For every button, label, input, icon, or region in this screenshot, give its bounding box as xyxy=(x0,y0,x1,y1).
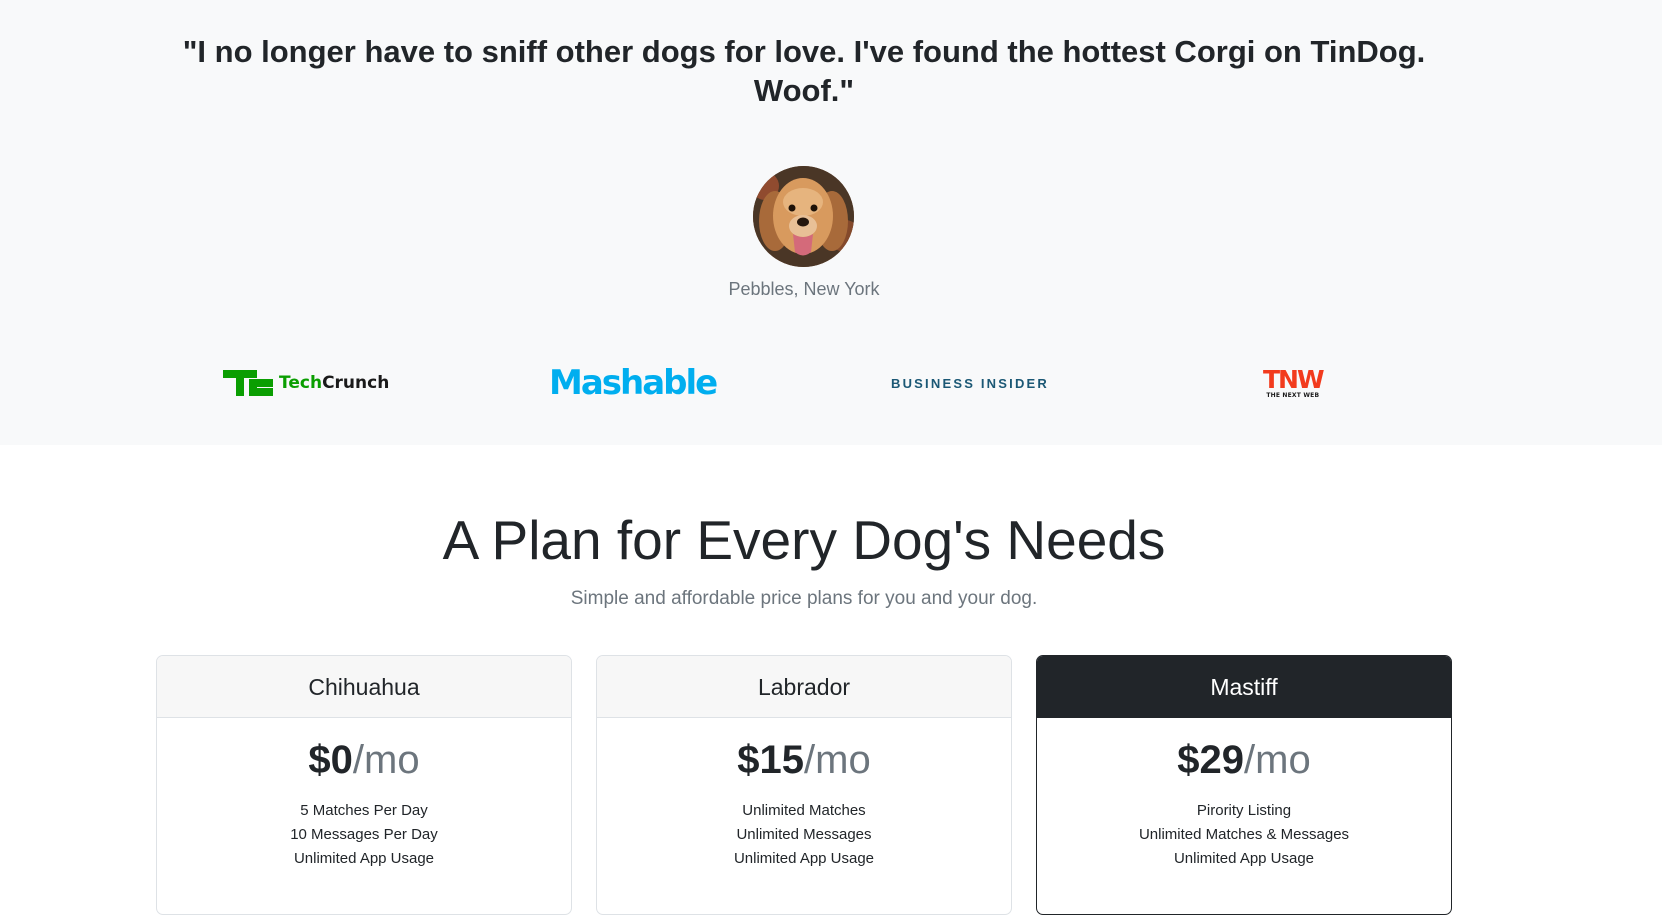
plan-feature: Unlimited Messages xyxy=(736,826,872,843)
techcrunch-tech-text: Tech xyxy=(279,373,323,393)
plan-card-chihuahua: Chihuahua $0/mo 5 Matches Per Day 10 Mes… xyxy=(156,655,572,915)
techcrunch-mark-icon xyxy=(223,370,273,396)
business-insider-logo: BUSINESS INSIDER xyxy=(891,375,1050,391)
plan-features: Unlimited Matches Unlimited Messages Unl… xyxy=(597,799,1011,871)
tnw-wordmark: TNW xyxy=(1263,364,1325,394)
tnw-logo: TNW THE NEXT WEB xyxy=(1263,364,1325,400)
plan-feature: Unlimited App Usage xyxy=(1173,850,1315,867)
plan-feature: Pirority Listing xyxy=(1196,802,1292,819)
plan-price: $15/mo xyxy=(597,738,1011,782)
plan-price: $0/mo xyxy=(157,738,571,782)
techcrunch-crunch-text: Crunch xyxy=(322,373,390,393)
dog-avatar-icon xyxy=(753,166,854,267)
techcrunch-logo: TechCrunch xyxy=(223,366,389,400)
plan-feature: 5 Matches Per Day xyxy=(300,802,428,819)
plan-price-unit: /mo xyxy=(804,738,871,782)
plan-name: Labrador xyxy=(597,656,1011,718)
plan-feature: Unlimited App Usage xyxy=(293,850,435,867)
pricing-subtitle: Simple and affordable price plans for yo… xyxy=(570,588,1038,609)
plan-feature: Unlimited Matches & Messages xyxy=(1138,826,1350,843)
plan-card-mastiff: Mastiff $29/mo Pirority Listing Unlimite… xyxy=(1036,655,1452,915)
plan-price-amount: $0 xyxy=(308,738,353,782)
mashable-logo: Mashable xyxy=(549,363,718,403)
plan-features: Pirority Listing Unlimited Matches & Mes… xyxy=(1037,799,1451,871)
plan-card-labrador: Labrador $15/mo Unlimited Matches Unlimi… xyxy=(596,655,1012,915)
plan-features: 5 Matches Per Day 10 Messages Per Day Un… xyxy=(157,799,571,871)
techcrunch-wordmark: TechCrunch xyxy=(279,373,389,393)
testimonial-quote: "I no longer have to sniff other dogs fo… xyxy=(182,34,1426,108)
plan-name: Chihuahua xyxy=(157,656,571,718)
testimonial-section: "I no longer have to sniff other dogs fo… xyxy=(0,0,1662,445)
plan-price-amount: $15 xyxy=(737,738,805,782)
plan-price: $29/mo xyxy=(1037,738,1451,782)
tnw-tagline: THE NEXT WEB xyxy=(1266,391,1320,399)
plan-price-amount: $29 xyxy=(1177,738,1245,782)
plan-price-unit: /mo xyxy=(1244,738,1311,782)
plan-name: Mastiff xyxy=(1037,656,1451,718)
plan-price-unit: /mo xyxy=(352,738,420,782)
pricing-title: A Plan for Every Dog's Needs xyxy=(442,509,1166,571)
plan-feature: 10 Messages Per Day xyxy=(290,826,438,843)
plan-feature: Unlimited App Usage xyxy=(733,850,875,867)
plan-feature: Unlimited Matches xyxy=(742,802,866,819)
testimonial-author: Pebbles, New York xyxy=(728,279,880,299)
